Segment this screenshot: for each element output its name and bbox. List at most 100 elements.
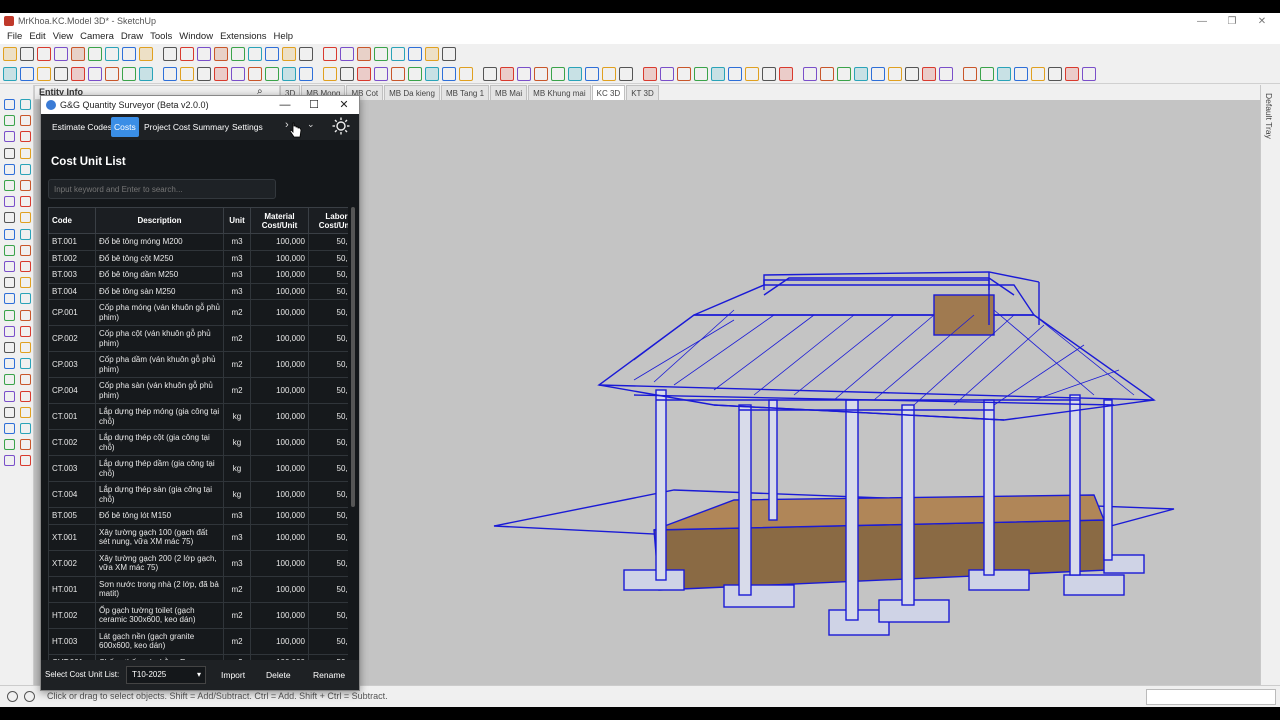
style-tool-icon[interactable] xyxy=(197,66,211,81)
draw-tool-icon[interactable] xyxy=(4,342,15,353)
style-tool-icon[interactable] xyxy=(391,66,405,81)
chevron-down-icon[interactable]: ⌄ xyxy=(307,119,315,130)
style-tool-icon[interactable] xyxy=(214,66,228,81)
draw-tool-icon[interactable] xyxy=(4,390,15,402)
draw-tool-icon[interactable] xyxy=(4,99,15,110)
style-tool-icon[interactable] xyxy=(3,66,17,81)
menu-extensions[interactable]: Extensions xyxy=(220,31,266,42)
style-tool-icon[interactable] xyxy=(299,66,313,81)
style-tool-icon[interactable] xyxy=(374,66,388,81)
style-tool-icon[interactable] xyxy=(551,66,565,81)
menu-camera[interactable]: Camera xyxy=(80,31,114,42)
draw-tool-icon[interactable] xyxy=(4,293,15,305)
draw-tool-icon[interactable] xyxy=(4,325,15,337)
style-tool-icon[interactable] xyxy=(922,66,936,81)
draw-tool-icon[interactable] xyxy=(20,309,31,321)
column-header-unit[interactable]: Unit xyxy=(223,207,251,234)
style-tool-icon[interactable] xyxy=(745,66,759,81)
table-row[interactable]: BT.001Đổ bê tông móng M200m3100,00050,00… xyxy=(48,233,348,251)
top-tool-icon[interactable] xyxy=(139,47,153,61)
restore-button[interactable]: ❐ xyxy=(1218,13,1246,29)
style-tool-icon[interactable] xyxy=(71,66,85,81)
measurements-box[interactable] xyxy=(1146,689,1276,705)
close-button[interactable]: ✕ xyxy=(1248,13,1276,29)
style-tool-icon[interactable] xyxy=(534,66,548,81)
draw-tool-icon[interactable] xyxy=(4,374,15,386)
style-tool-icon[interactable] xyxy=(54,66,68,81)
style-tool-icon[interactable] xyxy=(762,66,776,81)
default-tray[interactable]: Default Tray xyxy=(1260,85,1280,685)
style-tool-icon[interactable] xyxy=(323,66,337,81)
style-tool-icon[interactable] xyxy=(871,66,885,81)
draw-tool-icon[interactable] xyxy=(4,439,15,451)
plugin-maximize-button[interactable]: ☐ xyxy=(302,97,326,113)
table-row[interactable]: BT.004Đổ bê tông sàn M250m3100,00050,000 xyxy=(48,282,348,301)
table-row[interactable]: HT.001 Sơn nước trong nhà (2 lớp, đã bả m… xyxy=(48,575,348,603)
style-tool-icon[interactable] xyxy=(122,66,136,81)
style-tool-icon[interactable] xyxy=(357,66,371,81)
draw-tool-icon[interactable] xyxy=(20,261,31,272)
draw-tool-icon[interactable] xyxy=(20,439,31,451)
style-tool-icon[interactable] xyxy=(500,66,514,81)
style-tool-icon[interactable] xyxy=(1065,66,1079,81)
style-tool-icon[interactable] xyxy=(88,66,102,81)
draw-tool-icon[interactable] xyxy=(20,423,31,434)
draw-tool-icon[interactable] xyxy=(20,455,31,467)
style-tool-icon[interactable] xyxy=(408,66,422,81)
style-tool-icon[interactable] xyxy=(1048,66,1062,81)
style-tool-icon[interactable] xyxy=(888,66,902,81)
draw-tool-icon[interactable] xyxy=(20,244,31,256)
draw-tool-icon[interactable] xyxy=(20,196,31,208)
table-row[interactable]: CP.003 Cốp pha dầm (ván khuôn gỗ phủ phim… xyxy=(48,351,348,379)
draw-tool-icon[interactable] xyxy=(20,374,31,386)
style-tool-icon[interactable] xyxy=(265,66,279,81)
style-tool-icon[interactable] xyxy=(231,66,245,81)
table-row[interactable]: CP.004 Cốp pha sàn (ván khuôn gỗ phủ phim… xyxy=(48,377,348,405)
top-tool-icon[interactable] xyxy=(442,47,456,61)
tab-scene-mb-tang-1[interactable]: MB Tang 1 xyxy=(440,85,490,100)
column-header-description[interactable]: Description xyxy=(95,207,224,234)
style-tool-icon[interactable] xyxy=(20,66,34,81)
style-tool-icon[interactable] xyxy=(619,66,633,81)
menu-draw[interactable]: Draw xyxy=(121,31,143,42)
top-tool-icon[interactable] xyxy=(20,47,34,61)
style-tool-icon[interactable] xyxy=(820,66,834,81)
style-tool-icon[interactable] xyxy=(1082,66,1096,81)
top-tool-icon[interactable] xyxy=(265,47,279,61)
draw-tool-icon[interactable] xyxy=(20,99,31,110)
top-tool-icon[interactable] xyxy=(391,47,405,61)
style-tool-icon[interactable] xyxy=(779,66,793,81)
draw-tool-icon[interactable] xyxy=(4,163,15,175)
style-tool-icon[interactable] xyxy=(459,66,473,81)
style-tool-icon[interactable] xyxy=(939,66,953,81)
draw-tool-icon[interactable] xyxy=(20,358,31,370)
tab-estimate-codes[interactable]: Estimate Codes xyxy=(49,117,115,137)
style-tool-icon[interactable] xyxy=(728,66,742,81)
table-row[interactable]: XT.001 Xây tường gạch 100 (gạch đất sét n… xyxy=(48,523,348,551)
tab-scene-mb-khung-mai[interactable]: MB Khung mai xyxy=(528,85,591,100)
top-tool-icon[interactable] xyxy=(163,47,177,61)
draw-tool-icon[interactable] xyxy=(4,115,15,127)
draw-tool-icon[interactable] xyxy=(4,277,15,289)
top-tool-icon[interactable] xyxy=(323,47,337,61)
table-row[interactable]: BT.003Đổ bê tông dầm M250m3100,00050,000 xyxy=(48,266,348,284)
menu-file[interactable]: File xyxy=(7,31,22,42)
cost-list-select[interactable]: T10-2025 ▾ xyxy=(126,666,206,684)
minimize-button[interactable]: — xyxy=(1188,13,1216,29)
draw-tool-icon[interactable] xyxy=(20,115,31,127)
table-row[interactable]: CT.002 Lắp dựng thép cột (gia công tại ch… xyxy=(48,429,348,457)
table-scrollbar[interactable] xyxy=(351,207,355,507)
top-tool-icon[interactable] xyxy=(214,47,228,61)
plugin-minimize-button[interactable]: — xyxy=(273,97,297,113)
table-row[interactable]: BT.002Đổ bê tông cột M250m3100,00050,000 xyxy=(48,249,348,268)
style-tool-icon[interactable] xyxy=(248,66,262,81)
chevron-right-icon[interactable]: › xyxy=(285,119,289,131)
draw-tool-icon[interactable] xyxy=(20,180,31,191)
style-tool-icon[interactable] xyxy=(425,66,439,81)
table-row[interactable]: CT.001 Lắp dựng thép móng (gia công tại c… xyxy=(48,403,348,431)
style-tool-icon[interactable] xyxy=(442,66,456,81)
column-header-labor-cost[interactable]: Labor Cost/Unit xyxy=(308,207,348,234)
table-row[interactable]: XT.002 Xây tường gạch 200 (2 lớp gạch, vữ… xyxy=(48,549,348,577)
menu-edit[interactable]: Edit xyxy=(29,31,45,42)
menu-view[interactable]: View xyxy=(53,31,73,42)
